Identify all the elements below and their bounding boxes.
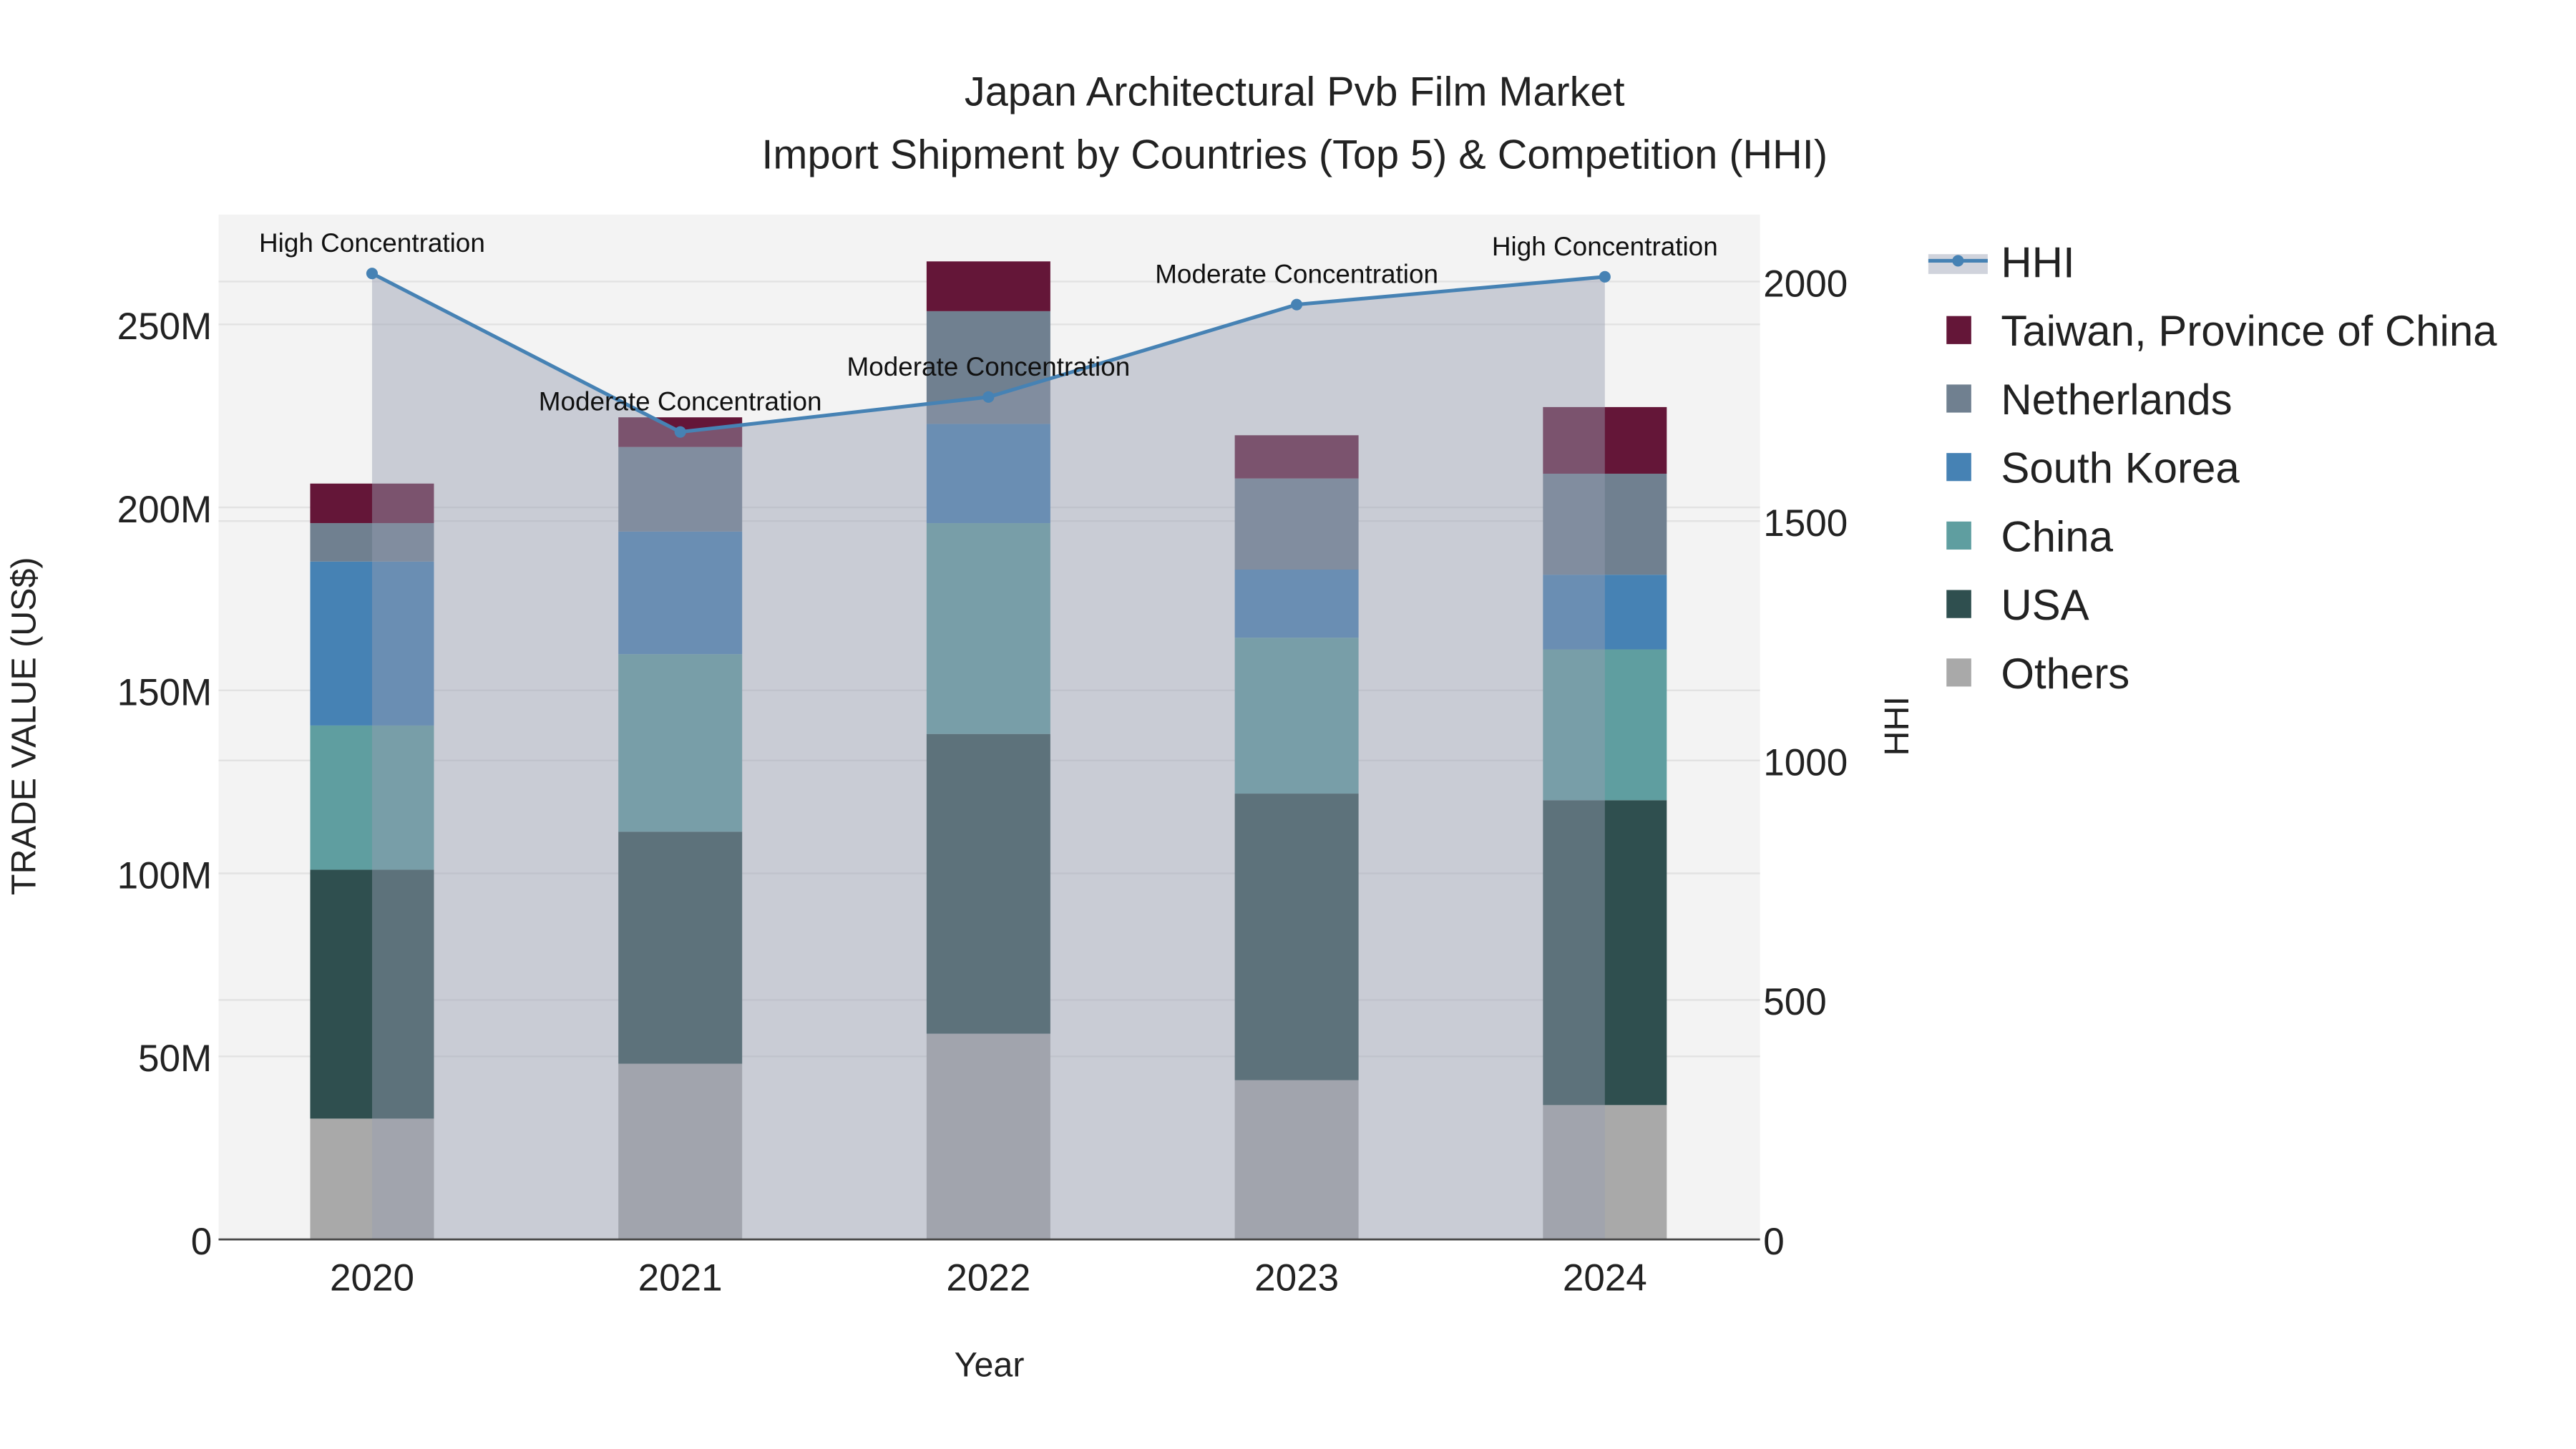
chart-title: Japan Architectural Pvb Film Market	[965, 69, 1625, 115]
legend-label-china: China	[2001, 512, 2113, 560]
y-tick-label: 50M	[138, 1038, 212, 1080]
x-tick-label: 2020	[330, 1257, 414, 1299]
hhi-annotation-2022: Moderate Concentration	[847, 352, 1130, 381]
hhi-point-2021	[674, 426, 686, 438]
y-tick-label: 100M	[117, 854, 213, 897]
x-tick-label: 2024	[1563, 1257, 1647, 1299]
hhi-point-2024	[1599, 270, 1611, 283]
chart-subtitle: Import Shipment by Countries (Top 5) & C…	[761, 132, 1828, 177]
bar-taiwan-province-of-china-2022	[926, 261, 1050, 311]
legend-swatch-taiwan-province-of-china	[1946, 316, 1971, 344]
y-tick-label: 200M	[117, 489, 213, 531]
hhi-annotation-2020: High Concentration	[259, 228, 485, 258]
legend-hhi-marker	[1952, 255, 1964, 267]
legend-swatch-china	[1946, 521, 1971, 550]
x-tick-label: 2021	[638, 1257, 723, 1299]
x-axis-title: Year	[955, 1346, 1025, 1385]
x-tick-label: 2022	[946, 1257, 1030, 1299]
legend-label-usa: USA	[2001, 581, 2089, 629]
y2-tick-label: 1500	[1763, 502, 1848, 545]
x-tick-label: 2023	[1254, 1257, 1339, 1299]
hhi-annotation-2023: Moderate Concentration	[1155, 260, 1438, 289]
hhi-point-2022	[982, 391, 995, 403]
hhi-point-2023	[1291, 298, 1303, 311]
legend-swatch-others	[1946, 658, 1971, 687]
legend-label-hhi: HHI	[2001, 238, 2074, 286]
legend-label-south-korea: South Korea	[2001, 444, 2240, 492]
y2-tick-label: 2000	[1763, 263, 1848, 305]
y2-tick-label: 500	[1763, 981, 1826, 1023]
chart: High Concentration Moderate Concentration…	[4, 69, 2497, 1385]
y-tick-label: 250M	[117, 306, 213, 348]
y2-tick-label: 0	[1763, 1221, 1785, 1263]
legend-label-others: Others	[2001, 650, 2129, 698]
y-tick-label: 0	[191, 1221, 213, 1263]
hhi-annotation-2024: High Concentration	[1492, 232, 1718, 261]
y2-axis-title: HHI	[1878, 696, 1916, 756]
legend-swatch-netherlands	[1946, 384, 1971, 413]
legend-swatch-south-korea	[1946, 453, 1971, 482]
legend-label-taiwan-province-of-china: Taiwan, Province of China	[2001, 307, 2497, 355]
hhi-area	[371, 273, 1605, 1240]
hhi-point-2020	[366, 268, 379, 280]
legend-swatch-usa	[1946, 590, 1971, 618]
legend-label-netherlands: Netherlands	[2001, 376, 2232, 424]
y-tick-label: 150M	[117, 672, 213, 714]
y2-tick-label: 1000	[1763, 742, 1848, 784]
y-axis-title: TRADE VALUE (US$)	[4, 557, 43, 895]
hhi-annotation-2021: Moderate Concentration	[539, 387, 822, 416]
